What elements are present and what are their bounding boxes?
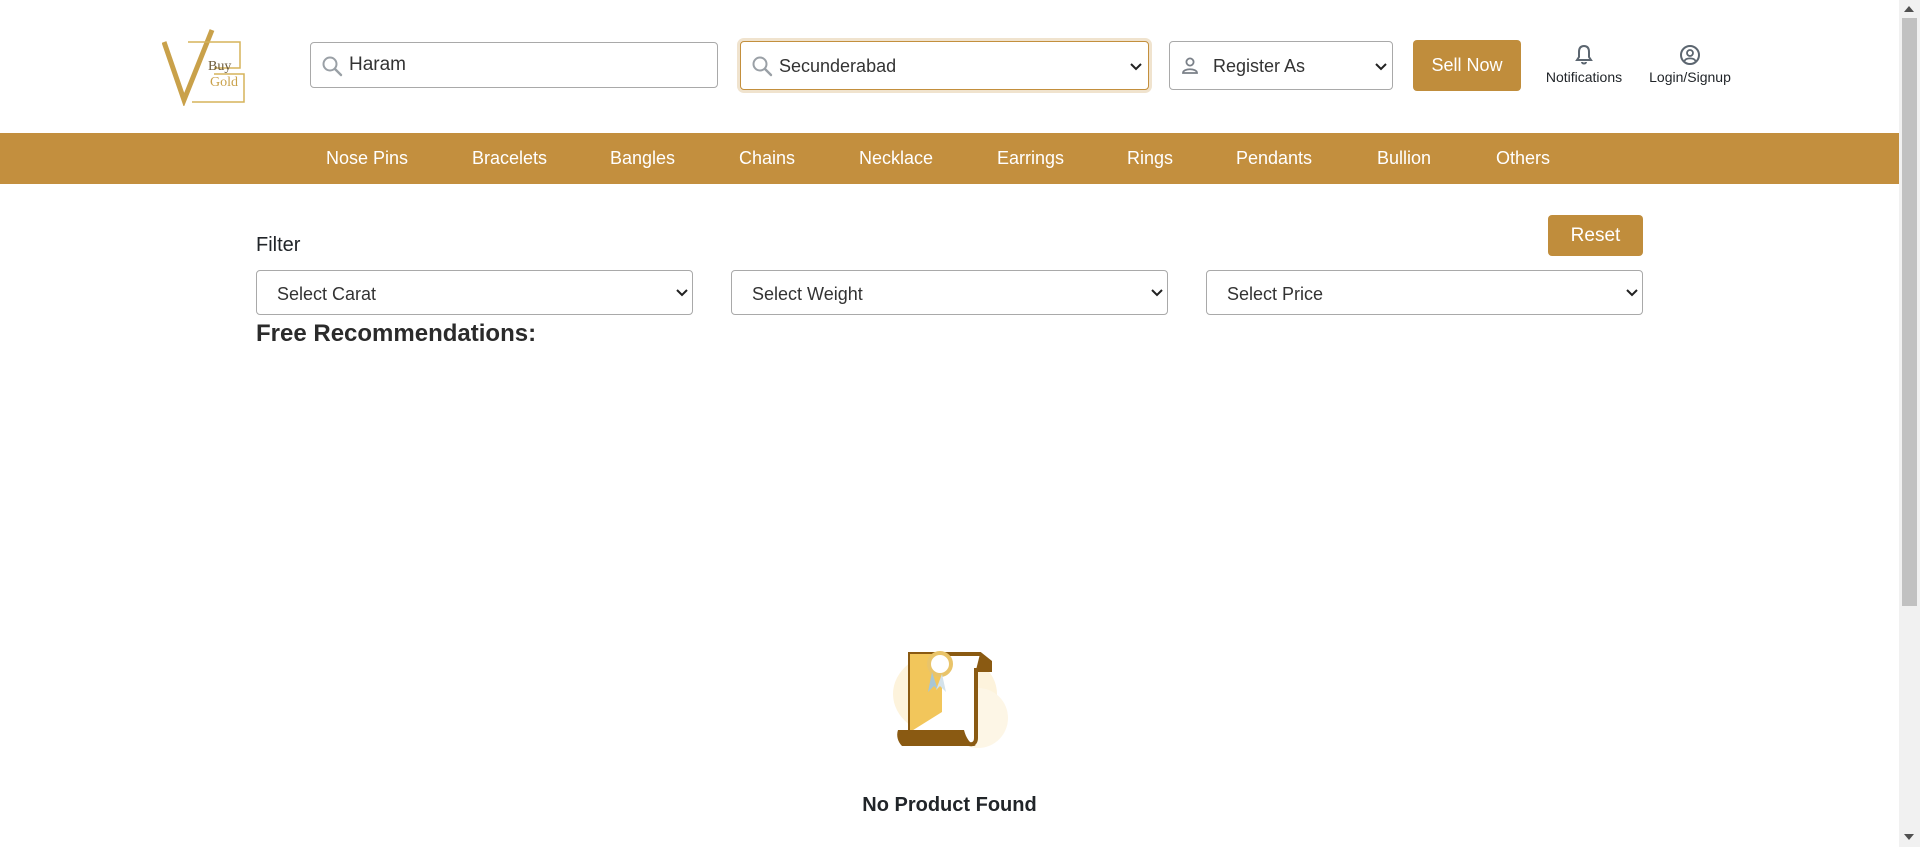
nav-item-others[interactable]: Others xyxy=(1496,148,1550,169)
nav-item-pendants[interactable]: Pendants xyxy=(1236,148,1312,169)
register-as-value: Register As xyxy=(1213,56,1306,76)
scroll-up-arrow-icon[interactable] xyxy=(1904,6,1914,12)
city-select-value: Secunderabad xyxy=(779,56,897,76)
select-carat-value: Select Carat xyxy=(277,284,377,304)
reset-button[interactable]: Reset xyxy=(1548,215,1643,256)
category-nav: Nose Pins Bracelets Bangles Chains Neckl… xyxy=(0,133,1899,184)
nav-item-bracelets[interactable]: Bracelets xyxy=(472,148,547,169)
nav-item-nose-pins[interactable]: Nose Pins xyxy=(326,148,408,169)
scroll-down-arrow-icon[interactable] xyxy=(1904,834,1914,840)
logo-text-buy: Buy xyxy=(208,59,231,74)
search-input[interactable] xyxy=(349,43,709,87)
register-as-select[interactable]: Register As xyxy=(1169,41,1393,90)
nav-item-bangles[interactable]: Bangles xyxy=(610,148,675,169)
login-signup-label: Login/Signup xyxy=(1649,69,1731,85)
select-weight[interactable]: Select Weight xyxy=(731,270,1168,315)
select-price-value: Select Price xyxy=(1227,284,1324,304)
chevron-down-icon xyxy=(1151,289,1163,297)
select-carat[interactable]: Select Carat xyxy=(256,270,693,315)
search-icon xyxy=(752,56,773,77)
header: Buy Gold Secunderabad Register As Sell N… xyxy=(0,0,1899,133)
logo-text-gold: Gold xyxy=(210,75,238,90)
account-circle-icon xyxy=(1680,45,1700,65)
search-field[interactable] xyxy=(310,42,718,88)
chevron-down-icon xyxy=(1375,63,1387,71)
user-icon xyxy=(1182,57,1198,74)
nav-item-bullion[interactable]: Bullion xyxy=(1377,148,1431,169)
notifications-link[interactable]: Notifications xyxy=(1539,44,1629,85)
nav-item-chains[interactable]: Chains xyxy=(739,148,795,169)
chevron-down-icon xyxy=(1130,63,1142,71)
notifications-label: Notifications xyxy=(1545,69,1623,85)
empty-certificate-illustration xyxy=(893,651,1008,748)
recommendations-title: Free Recommendations: xyxy=(256,320,537,347)
sell-now-button[interactable]: Sell Now xyxy=(1413,40,1521,91)
search-icon xyxy=(322,56,343,77)
nav-item-necklace[interactable]: Necklace xyxy=(859,148,933,169)
chevron-down-icon xyxy=(1626,289,1638,297)
select-weight-value: Select Weight xyxy=(752,284,863,304)
page-scrollbar[interactable] xyxy=(1899,0,1920,847)
chevron-down-icon xyxy=(676,289,688,297)
bell-icon xyxy=(1575,44,1593,65)
nav-item-earrings[interactable]: Earrings xyxy=(997,148,1064,169)
filter-label: Filter xyxy=(256,234,301,256)
scrollbar-thumb[interactable] xyxy=(1902,18,1917,606)
city-select[interactable]: Secunderabad xyxy=(740,41,1149,90)
buy-gold-logo[interactable]: Buy Gold xyxy=(162,28,246,106)
select-price[interactable]: Select Price xyxy=(1206,270,1643,315)
login-signup-link[interactable]: Login/Signup xyxy=(1644,44,1736,85)
no-product-found-text: No Product Found xyxy=(862,794,1037,816)
nav-item-rings[interactable]: Rings xyxy=(1127,148,1173,169)
